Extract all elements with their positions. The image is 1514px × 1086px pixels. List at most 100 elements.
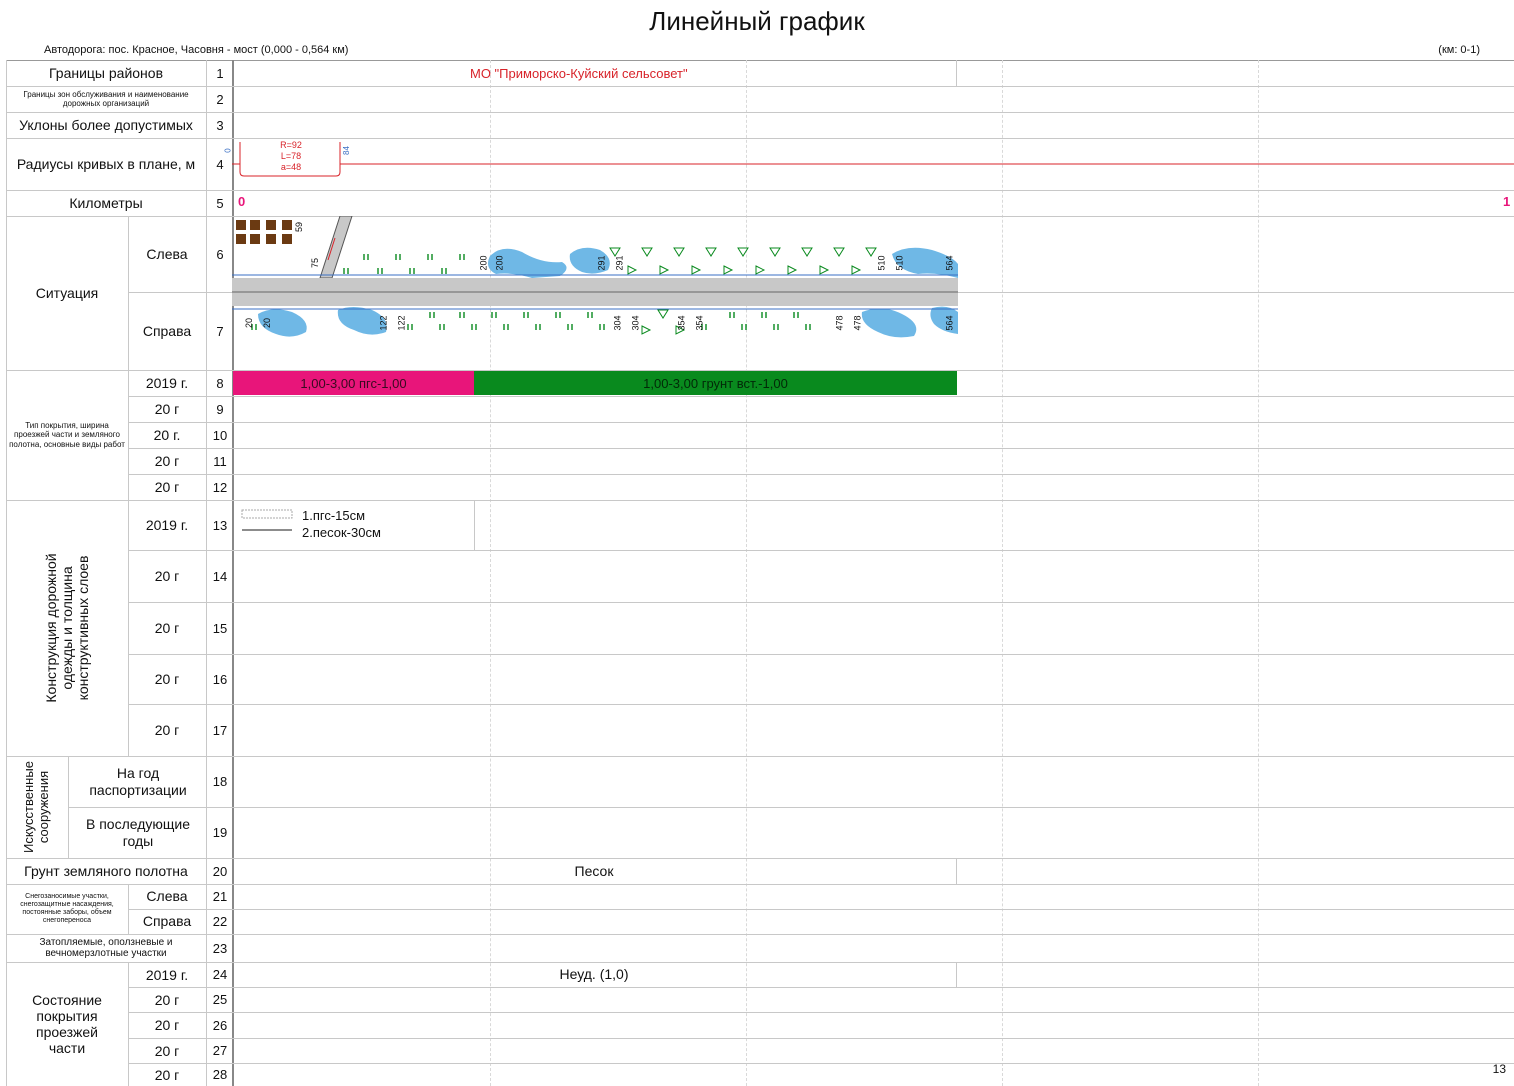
row-number: 10 [212, 427, 228, 443]
year-label: 20 г. [153, 427, 181, 443]
mark-right: 304 [612, 315, 623, 331]
row-number: 21 [212, 889, 228, 904]
mark-left: 291 [596, 255, 607, 271]
district-name: МО "Приморско-Куйский сельсовет" [470, 66, 688, 81]
mark-right: 20 [262, 317, 273, 329]
row-label-structures: Искусственные сооружения [21, 761, 51, 853]
year-label: 20 г [154, 620, 180, 636]
page-title: Линейный график [649, 6, 865, 36]
curve-end-mark: 84 [341, 146, 351, 155]
row-number: 24 [212, 967, 228, 982]
km-start: 0 [238, 194, 246, 209]
coating-segment-soil: 1,00-3,00 грунт вст.-1,00 [474, 371, 957, 395]
mark-left: 200 [494, 255, 505, 271]
row-number: 22 [212, 914, 228, 929]
mark-right: 122 [378, 315, 389, 331]
layer-2: 2.песок-30см [302, 525, 381, 540]
row-number: 13 [212, 517, 228, 533]
year-label: 20 г [154, 991, 180, 1008]
year-label: 2019 г. [145, 966, 189, 983]
mark-right: 304 [630, 315, 641, 331]
row-number: 12 [212, 479, 228, 495]
mark-left: 564 [944, 255, 955, 271]
year-label: 20 г [154, 1066, 180, 1083]
situation-left-label: Слева [146, 245, 188, 262]
row-label-service-zones: Границы зон обслуживания и наименование … [23, 89, 189, 108]
row-label-flood-zones: Затопляемые, оползневые и вечномерзлотны… [39, 936, 173, 960]
situation-right-label: Справа [142, 322, 192, 339]
row-number: 18 [212, 774, 228, 789]
year-label: 20 г [154, 568, 180, 584]
row-label-situation: Ситуация [35, 284, 99, 301]
mark-left: 59 [294, 221, 305, 233]
row-number: 7 [216, 323, 224, 339]
row-number: 25 [212, 992, 228, 1007]
year-label: 20 г [154, 479, 180, 495]
year-label: 20 г [154, 722, 180, 738]
row-number: 28 [212, 1067, 228, 1082]
mark-left: 510 [876, 255, 887, 271]
row-number: 11 [213, 453, 227, 469]
mark-right: 122 [396, 315, 407, 331]
mark-right: 564 [944, 315, 955, 331]
year-label: 20 г [154, 1017, 180, 1033]
row-number: 15 [212, 620, 228, 636]
structures-current: На год паспортизации [89, 765, 187, 798]
row-number: 1 [216, 65, 224, 81]
row-number: 9 [216, 401, 224, 417]
soil-value: Песок [574, 863, 614, 879]
year-label: 2019 г. [145, 375, 189, 391]
row-number: 6 [216, 246, 224, 262]
mark-right: 354 [694, 315, 705, 331]
row-label-kilometers: Километры [69, 194, 143, 211]
row-label-curve-radii: Радиусы кривых в плане, м [16, 155, 196, 172]
mark-right: 478 [834, 315, 845, 331]
row-label-coating-type: Тип покрытия, ширина проезжей части и зе… [9, 421, 125, 449]
coating-segment-gravel: 1,00-3,00 пгс-1,00 [233, 371, 474, 395]
snow-left-label: Слева [146, 888, 188, 905]
mark-left: 75 [310, 257, 321, 269]
row-label-soil: Грунт земляного полотна [24, 862, 188, 879]
snow-right-label: Справа [142, 913, 192, 930]
km-range: (км: 0-1) [1438, 44, 1480, 56]
row-number: 26 [212, 1017, 228, 1033]
layer-1: 1.пгс-15см [302, 508, 366, 523]
row-number: 19 [212, 825, 228, 840]
road-subtitle: Автодорога: пос. Красное, Часовня - мост… [44, 44, 349, 56]
buildings-icon [236, 220, 292, 244]
row-number: 17 [212, 722, 228, 738]
year-label: 2019 г. [145, 517, 189, 533]
row-number: 3 [216, 117, 224, 133]
layer-legend-icon [241, 509, 293, 531]
mark-right: 354 [676, 315, 687, 331]
row-number: 14 [212, 568, 228, 584]
row-number: 23 [212, 940, 228, 956]
condition-value: Неуд. (1,0) [559, 966, 629, 982]
row-number: 8 [216, 375, 224, 391]
row-label-district-borders: Границы районов [48, 64, 164, 81]
year-label: 20 г [154, 671, 180, 687]
mark-left: 200 [478, 255, 489, 271]
mark-right: 478 [852, 315, 863, 331]
row-number: 20 [212, 863, 228, 879]
structures-future: В последующие годы [85, 816, 191, 849]
row-number: 16 [212, 671, 228, 687]
mark-right: 20 [244, 317, 255, 329]
year-label: 20 г [154, 453, 180, 469]
curve-start-mark: 0 [223, 148, 233, 153]
year-label: 20 г [154, 401, 180, 417]
mark-left: 510 [894, 255, 905, 271]
row-label-snow: Снегозаносимые участки, снегозащитные на… [20, 892, 114, 925]
row-number: 4 [216, 156, 224, 172]
page-number: 13 [1492, 1062, 1506, 1076]
km-end: 1 [1503, 194, 1511, 209]
row-number: 27 [212, 1043, 228, 1058]
row-label-condition: Состояние покрытия проезжей части [32, 991, 102, 1057]
row-number: 2 [216, 91, 224, 107]
situation-plan [232, 216, 958, 338]
mark-left: 291 [614, 255, 625, 271]
year-label: 20 г [154, 1042, 180, 1059]
curve-plan-line [232, 142, 1514, 177]
curve-params: R=92 L=78 a=48 [280, 140, 302, 172]
row-label-construction: Конструкция дорожной одежды и толщина ко… [42, 553, 92, 703]
